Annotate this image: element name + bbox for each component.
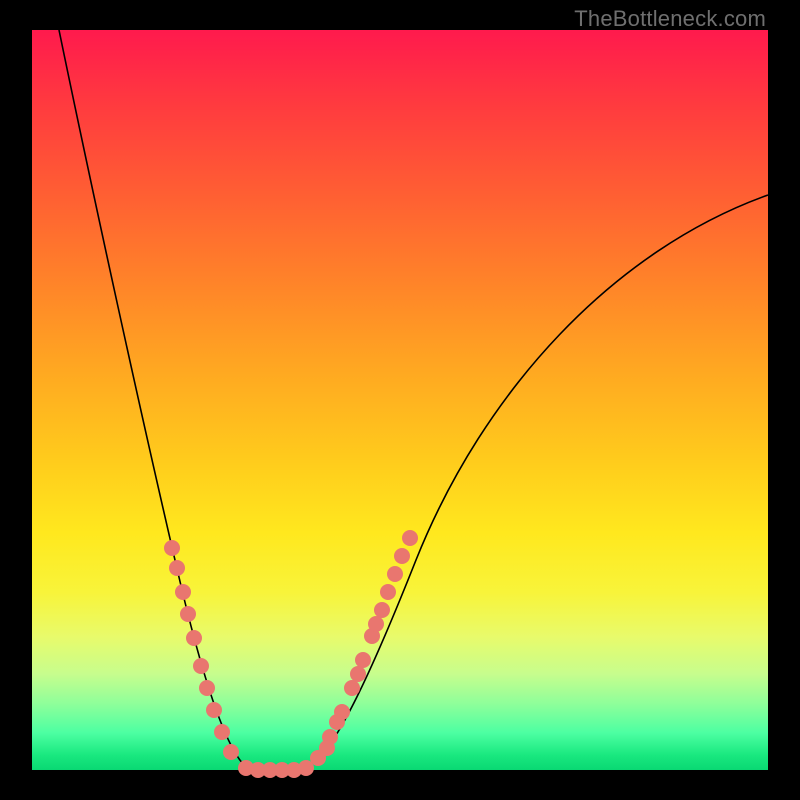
left-branch-path: [59, 30, 260, 770]
plot-area: [32, 30, 768, 770]
bead-right: [402, 530, 418, 546]
bead-right: [368, 616, 384, 632]
bead-left: [193, 658, 209, 674]
bead-right: [344, 680, 360, 696]
right-branch-path: [300, 195, 768, 770]
bead-left: [180, 606, 196, 622]
beads-group: [164, 530, 418, 778]
outer-frame: TheBottleneck.com: [0, 0, 800, 800]
bead-right: [394, 548, 410, 564]
bead-left: [214, 724, 230, 740]
bead-right: [319, 740, 335, 756]
bead-left: [164, 540, 180, 556]
bead-left: [199, 680, 215, 696]
bead-left: [186, 630, 202, 646]
bead-right: [380, 584, 396, 600]
bead-right: [329, 714, 345, 730]
bead-left: [169, 560, 185, 576]
bead-right: [387, 566, 403, 582]
bead-left: [175, 584, 191, 600]
bead-left: [206, 702, 222, 718]
bead-right: [350, 666, 366, 682]
bead-right: [355, 652, 371, 668]
bead-left: [223, 744, 239, 760]
watermark-text: TheBottleneck.com: [574, 6, 766, 32]
bead-right: [374, 602, 390, 618]
curve-svg: [32, 30, 768, 770]
